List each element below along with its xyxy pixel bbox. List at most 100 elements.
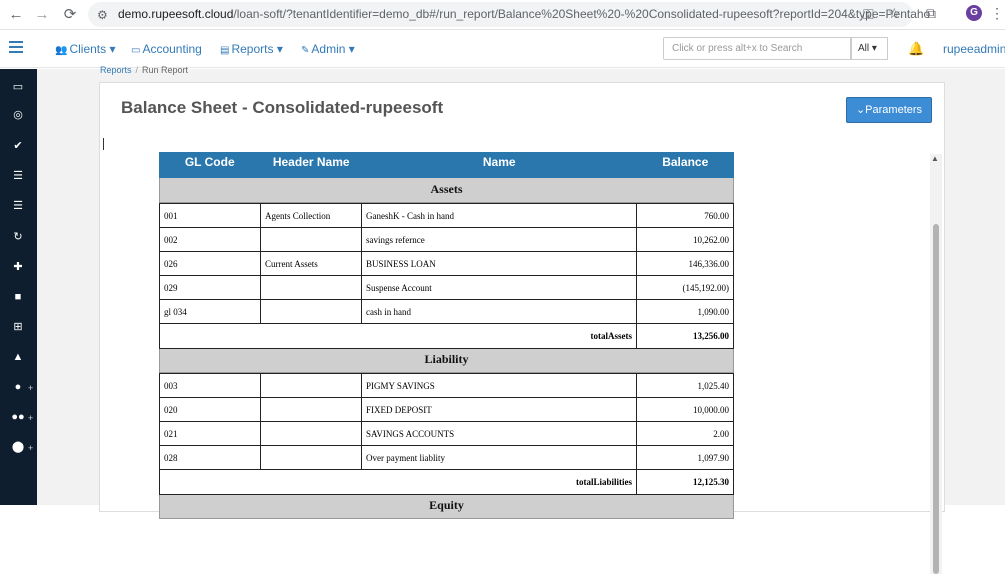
expand-plus-icon[interactable]: + <box>28 383 33 393</box>
account-name: GaneshK - Cash in hand <box>361 203 637 228</box>
balance: 10,262.00 <box>636 227 734 252</box>
extensions-icon[interactable]: ⧉ <box>926 5 936 22</box>
list-icon[interactable]: ☰ <box>11 169 25 183</box>
header-name <box>260 227 362 252</box>
expand-plus-icon[interactable]: + <box>28 413 33 423</box>
bell-icon[interactable]: ▲ <box>11 350 25 364</box>
sitemap-icon[interactable]: ⊞ <box>11 320 25 334</box>
wrench-icon: ✎ <box>301 45 310 56</box>
gl-code: 028 <box>159 445 261 470</box>
nav-accounting[interactable]: ▭ Accounting <box>131 42 202 56</box>
scrollbar-thumb[interactable] <box>933 224 939 574</box>
chart-icon: ▤ <box>220 45 230 56</box>
table-row: 028 Over payment liablity 1,097.90 <box>159 445 734 470</box>
table-icon[interactable]: ☰ <box>11 199 25 213</box>
balance: 1,097.90 <box>636 445 734 470</box>
section-liability: Liability <box>159 348 734 373</box>
gl-code: 026 <box>159 251 261 276</box>
parameters-label: Parameters <box>865 104 923 116</box>
gl-code: 021 <box>159 421 261 446</box>
bookmark-star-icon[interactable]: ☆ <box>888 5 901 22</box>
account-name: FIXED DEPOSIT <box>361 397 637 422</box>
forward-icon[interactable]: → <box>32 5 52 25</box>
parameters-button[interactable]: ⌄Parameters <box>846 97 932 123</box>
report-header-row: GL Code Header Name Name Balance <box>159 152 734 178</box>
table-row: 020 FIXED DEPOSIT 10,000.00 <box>159 397 734 422</box>
gl-code: 001 <box>159 203 261 228</box>
checkmark-icon[interactable]: ✔ <box>11 139 25 153</box>
folder-icon[interactable]: ■ <box>11 290 25 304</box>
money-icon: ▭ <box>131 45 141 56</box>
table-row: 021 SAVINGS ACCOUNTS 2.00 <box>159 421 734 446</box>
account-name: cash in hand <box>361 299 637 324</box>
report-scrollbar[interactable]: ▲ <box>930 154 942 574</box>
url-host: demo.rupeesoft.cloud <box>118 7 234 21</box>
account-name: savings refernce <box>361 227 637 252</box>
balance: 760.00 <box>636 203 734 228</box>
text-cursor <box>103 138 104 150</box>
table-row: 003 PIGMY SAVINGS 1,025.40 <box>159 373 734 398</box>
account-name: PIGMY SAVINGS <box>361 373 637 398</box>
balance: 2.00 <box>636 421 734 446</box>
key-icon[interactable]: ⚿ <box>863 6 874 23</box>
header-name: Current Assets <box>260 251 362 276</box>
browser-menu-icon[interactable]: ⋮ <box>990 5 1004 22</box>
user-menu[interactable]: rupeeadmin ▾ <box>943 42 1005 56</box>
breadcrumb-reports-link[interactable]: Reports <box>100 65 132 75</box>
balance: 1,025.40 <box>636 373 734 398</box>
expand-plus-icon[interactable]: + <box>28 443 33 453</box>
breadcrumb-current: Run Report <box>142 65 189 75</box>
balance: 146,336.00 <box>636 251 734 276</box>
header-name <box>260 275 362 300</box>
total-label: totalLiabilities <box>159 469 637 495</box>
dashboard-icon[interactable]: ◎ <box>11 108 25 122</box>
table-row: 002 savings refernce 10,262.00 <box>159 227 734 252</box>
back-icon[interactable]: ← <box>6 5 26 25</box>
chevron-down-icon: ⌄ <box>855 104 866 116</box>
main-content: Reports / Run Report Balance Sheet - Conso… <box>37 65 1005 574</box>
column-header: GL Code <box>184 155 235 169</box>
page-title: Balance Sheet - Consolidated-rupeesoft <box>121 98 444 117</box>
section-assets: Assets <box>159 178 734 203</box>
account-name: BUSINESS LOAN <box>361 251 637 276</box>
browser-toolbar: ← → ⟳ ⚙ demo.rupeesoft.cloud/loan-soft/?… <box>0 0 1005 30</box>
profile-avatar[interactable]: G <box>966 5 982 21</box>
keyboard-icon[interactable]: ▭ <box>11 80 25 94</box>
column-header: Name <box>482 155 516 169</box>
total-value: 13,256.00 <box>636 323 734 349</box>
nav-reports[interactable]: ▤ Reports ▾ <box>220 42 283 56</box>
site-info-icon[interactable]: ⚙ <box>97 8 108 22</box>
bell-icon[interactable]: 🔔 <box>908 41 924 57</box>
users-icon: 👥 <box>55 45 68 56</box>
table-row: 029 Suspense Account (145,192.00) <box>159 275 734 300</box>
search-scope-select[interactable]: All ▾ <box>851 37 888 60</box>
search-scope-label: All <box>858 43 870 54</box>
nav-admin[interactable]: ✎ Admin ▾ <box>301 42 355 56</box>
gl-code: 003 <box>159 373 261 398</box>
table-row: 001 Agents Collection GaneshK - Cash in ha… <box>159 203 734 228</box>
reload-icon[interactable]: ⟳ <box>60 5 80 25</box>
hamburger-icon[interactable] <box>9 41 23 56</box>
breadcrumb: Reports / Run Report <box>100 65 188 75</box>
refresh-icon[interactable]: ↻ <box>11 230 25 244</box>
scroll-up-icon[interactable]: ▲ <box>931 154 939 163</box>
account-name: SAVINGS ACCOUNTS <box>361 421 637 446</box>
report-panel: Balance Sheet - Consolidated-rupeesoft ⌄… <box>99 82 945 519</box>
section-equity: Equity <box>159 494 734 519</box>
gl-code: 029 <box>159 275 261 300</box>
header-name <box>260 397 362 422</box>
nav-clients[interactable]: 👥 Clients ▾ <box>55 42 116 56</box>
header-name <box>260 299 362 324</box>
user-icon[interactable]: ● <box>11 380 25 394</box>
balance: (145,192.00) <box>636 275 734 300</box>
group-icon[interactable]: ●● <box>11 410 25 424</box>
nav-accounting-label: Accounting <box>142 42 202 56</box>
address-bar[interactable]: ⚙ demo.rupeesoft.cloud/loan-soft/?tenant… <box>88 2 930 27</box>
table-row: gl 034 cash in hand 1,090.00 <box>159 299 734 324</box>
column-header: Balance <box>662 155 709 169</box>
search-input[interactable]: Click or press alt+x to Search <box>663 37 851 60</box>
map-marker-icon[interactable]: ⬤ <box>11 440 25 454</box>
add-icon[interactable]: ✚ <box>11 260 25 274</box>
user-name: rupeeadmin <box>943 42 1005 56</box>
balance-sheet-report: GL Code Header Name Name Balance Assets … <box>159 152 734 519</box>
